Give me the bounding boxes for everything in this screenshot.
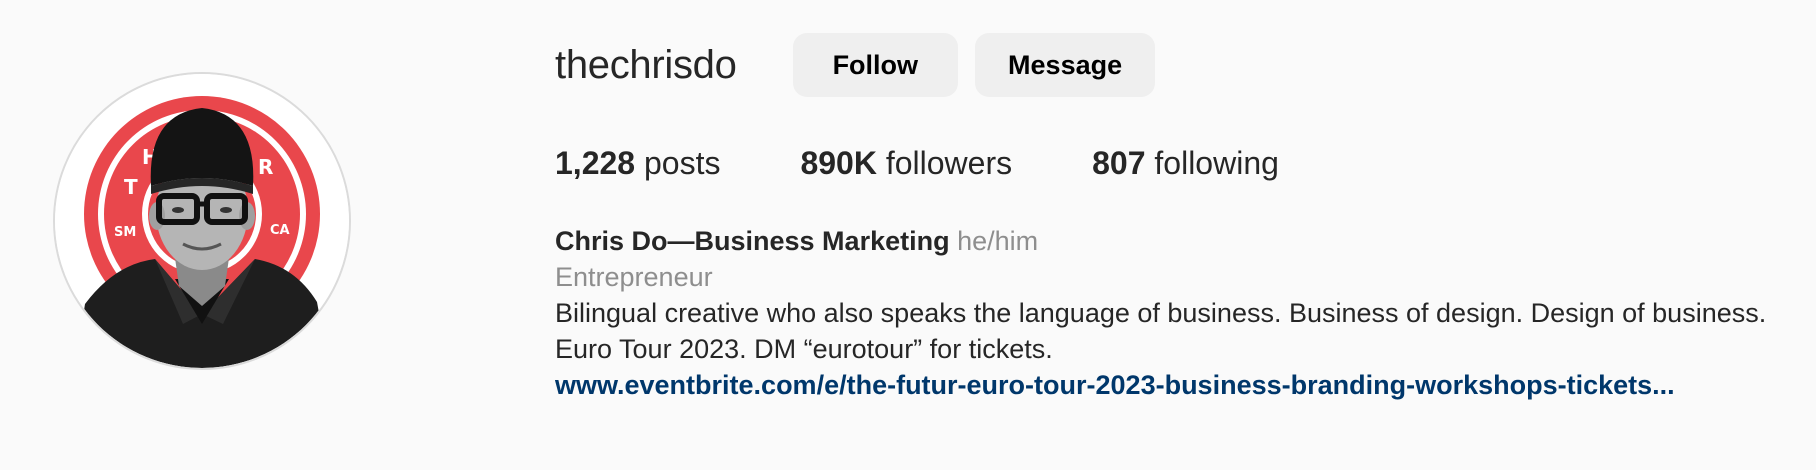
message-button[interactable]: Message: [975, 33, 1156, 97]
followers-count: 890K: [800, 144, 877, 181]
full-name: Chris Do—Business Marketing: [555, 226, 950, 256]
following-stat[interactable]: 807 following: [1092, 145, 1279, 182]
followers-stat[interactable]: 890K followers: [800, 145, 1012, 182]
posts-label: posts: [643, 144, 721, 181]
profile-header-row: thechrisdo Follow Message: [555, 30, 1805, 100]
pronouns: he/him: [957, 226, 1039, 256]
following-label: following: [1154, 144, 1279, 181]
profile-stats: 1,228 posts 890K followers 807 following: [555, 143, 1805, 183]
following-count: 807: [1092, 144, 1146, 181]
posts-count: 1,228: [555, 144, 636, 181]
profile-bio: Chris Do—Business Marketing he/him Entre…: [555, 223, 1805, 403]
svg-text:CA: CA: [270, 223, 290, 238]
username: thechrisdo: [555, 42, 737, 87]
follow-button[interactable]: Follow: [792, 33, 959, 97]
bio-name-line: Chris Do—Business Marketing he/him: [555, 223, 1805, 259]
svg-text:T: T: [124, 175, 138, 199]
svg-text:R: R: [258, 155, 273, 179]
posts-stat[interactable]: 1,228 posts: [555, 145, 720, 182]
followers-label: followers: [885, 144, 1013, 181]
profile-photo-icon: T H R CA SM: [55, 74, 349, 368]
profile-page: T H R CA SM thechrisdo Follow Message 1,…: [0, 0, 1816, 470]
category: Entrepreneur: [555, 262, 713, 292]
avatar[interactable]: T H R CA SM: [53, 72, 351, 370]
svg-text:SM: SM: [114, 225, 136, 240]
profile-info: thechrisdo Follow Message 1,228 posts 89…: [555, 30, 1805, 403]
bio-description: Bilingual creative who also speaks the l…: [555, 298, 1767, 364]
bio-link[interactable]: www.eventbrite.com/e/the-futur-euro-tour…: [555, 367, 1805, 403]
